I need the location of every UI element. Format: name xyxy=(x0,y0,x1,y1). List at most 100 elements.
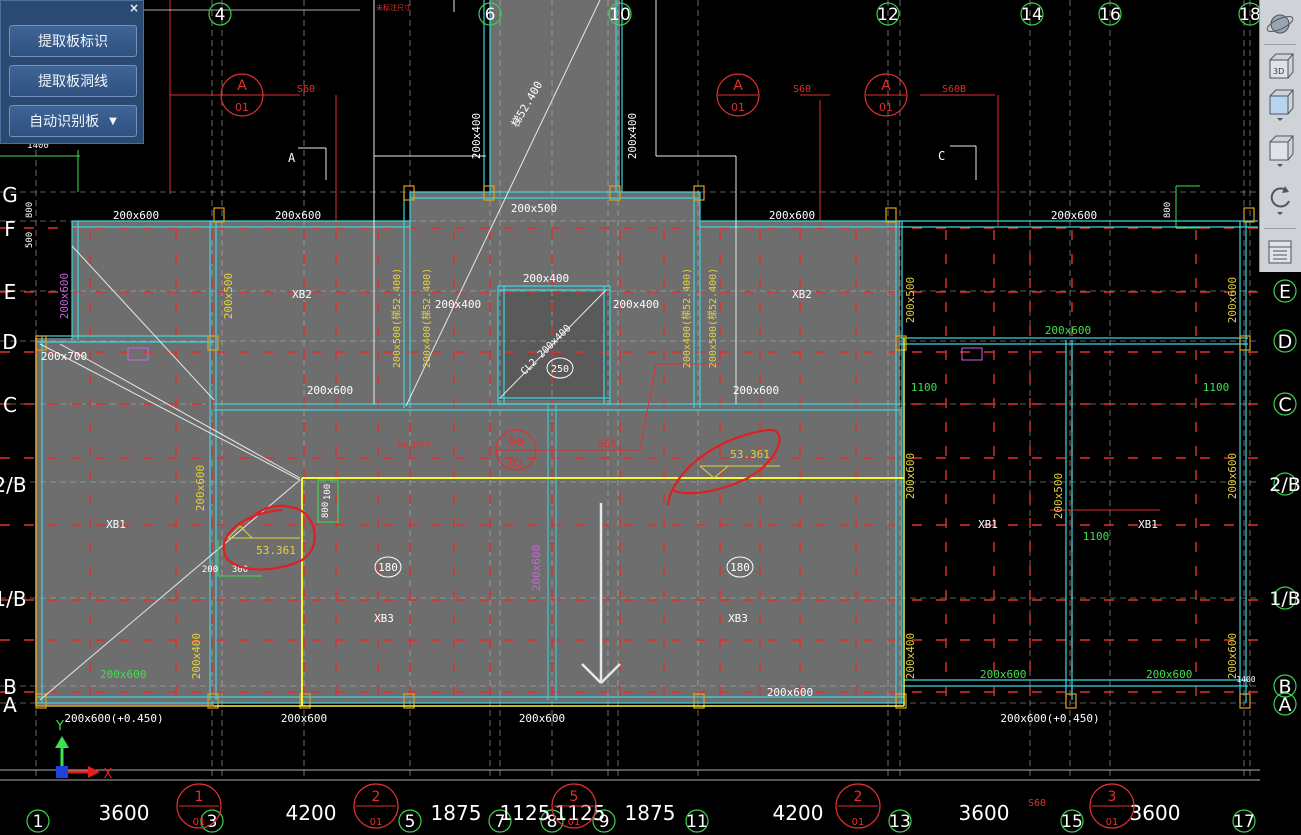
slab-tools-panel: × 提取板标识 提取板洞线 自动识别板 ▼ xyxy=(0,0,144,144)
section-bubble-sheet: 01 xyxy=(370,817,383,828)
callout-letter: A xyxy=(881,78,891,94)
beam-label-magenta: 200x600 xyxy=(530,545,543,591)
section-tag: S60 xyxy=(793,84,811,95)
section-tag: S60 xyxy=(598,439,616,450)
beam-label-vertical: 200x400(梯52.400) xyxy=(680,268,693,368)
beam-label-green: 200x600 xyxy=(1146,668,1192,681)
beam-label: 200x600(+0.450) xyxy=(64,712,163,725)
elevation-text: 53.361 xyxy=(256,544,296,557)
slab-top-left xyxy=(72,221,218,339)
detail-mark: A xyxy=(288,151,296,165)
column-stub xyxy=(1239,693,1251,709)
cad-drawing-canvas[interactable]: 46101214161813578911131517GFEDC2/B1/BBAE… xyxy=(0,0,1301,835)
slab-thickness-label: 180 xyxy=(378,561,398,574)
dim-text: 200 xyxy=(202,565,218,575)
auto-recognize-slab-button[interactable]: 自动识别板 ▼ xyxy=(9,105,137,137)
beam-label-vertical: 200x500(梯52.400) xyxy=(706,268,719,368)
slab-label: XB3 xyxy=(728,612,748,625)
dimension-text: 3600 xyxy=(1130,801,1181,825)
beam-label-green: 1100 xyxy=(1203,381,1230,394)
beam-label: 200x400 xyxy=(626,113,639,159)
dim-text: 800 xyxy=(321,502,331,518)
section-bubble-sheet: 01 xyxy=(1106,817,1119,828)
beam-label-vertical: 200x600 xyxy=(1226,453,1239,499)
grid-panel-icon[interactable] xyxy=(1263,234,1297,270)
section-tag: S60 xyxy=(297,84,315,95)
beam-label-vertical: 200x600 xyxy=(194,465,207,511)
axis-top-label: 10 xyxy=(609,5,631,25)
view-3d-icon[interactable]: 3D xyxy=(1263,48,1297,84)
axis-right-label: D xyxy=(1278,331,1293,353)
beam-label: 200x500 xyxy=(511,202,557,215)
orbit-icon[interactable] xyxy=(1263,6,1297,42)
section-tag: S60 xyxy=(1028,798,1046,809)
toolbar-separator xyxy=(1264,44,1296,45)
beam-label: 200x400 xyxy=(523,272,569,285)
beam-label-vertical: 200x600 xyxy=(1226,277,1239,323)
beam-label: 200x400 xyxy=(470,113,483,159)
dimension-text: 1875 xyxy=(625,801,676,825)
column-stub xyxy=(1243,207,1255,223)
view-3d-label: 3D xyxy=(1273,67,1284,76)
extract-slab-label-button[interactable]: 提取板标识 xyxy=(9,25,137,57)
axis-right-label: 2/B xyxy=(1269,474,1301,496)
symbol-marker xyxy=(961,347,983,361)
view-box-icon[interactable] xyxy=(1263,86,1297,122)
axis-bottom-label: 1 xyxy=(33,812,44,832)
dimension-text: 1875 xyxy=(431,801,482,825)
chevron-down-icon[interactable]: ▼ xyxy=(109,116,117,127)
dimension-text: 4200 xyxy=(773,801,824,825)
callout-sheet: 02 xyxy=(509,457,523,470)
axis-left-label: A xyxy=(3,693,17,717)
callout-sheet: 01 xyxy=(731,101,745,114)
column-stub xyxy=(213,207,225,223)
dimension-text: 3600 xyxy=(959,801,1010,825)
slab-label: XB2 xyxy=(292,288,312,301)
axis-top-label: 16 xyxy=(1099,5,1121,25)
slab-corridor xyxy=(490,0,620,192)
beam-label-green: 200x600 xyxy=(1045,324,1091,337)
beam-label: 200x600 xyxy=(769,209,815,222)
dim-text: 500 xyxy=(25,232,35,248)
auto-recognize-slab-text: 自动识别板 xyxy=(29,114,100,130)
dim-text: 800 xyxy=(1163,202,1173,218)
axis-top-label: 4 xyxy=(215,5,226,25)
column-stub xyxy=(1065,693,1077,709)
section-bubble-number: 5 xyxy=(570,789,579,805)
dimension-text: 3600 xyxy=(99,801,150,825)
slab-xb3 xyxy=(214,407,902,703)
beam-label-green: 200x600 xyxy=(100,668,146,681)
ucs-y-label: Y xyxy=(55,719,64,734)
note-text: 未标注尺寸 xyxy=(376,3,411,12)
beam-label: 200x600 xyxy=(275,209,321,222)
beam-label-vertical: 200x500(梯52.400) xyxy=(390,268,403,368)
axis-left-label: G xyxy=(2,183,18,207)
section-bubble-number: 1 xyxy=(195,789,204,805)
slab-label: XB2 xyxy=(792,288,812,301)
beam-label: 200x400 xyxy=(613,298,659,311)
view-toolbar: 3D xyxy=(1259,0,1301,272)
beam-label: 200x600 xyxy=(281,712,327,725)
rotate-icon[interactable] xyxy=(1263,180,1297,216)
beam-label-green: 1100 xyxy=(911,381,938,394)
beam-label-vertical: 200x600 xyxy=(1226,633,1239,679)
callout-sheet: 01 xyxy=(879,101,893,114)
note-text: 未标注尺寸 xyxy=(396,440,431,449)
axis-left-label: E xyxy=(4,280,17,304)
axis-bottom-label: 15 xyxy=(1061,812,1083,832)
extract-slab-hole-button[interactable]: 提取板洞线 xyxy=(9,65,137,97)
dimension-text: 1125 xyxy=(500,801,551,825)
ucs-x-arrow xyxy=(88,766,100,778)
slab-thickness-label: 250 xyxy=(551,364,569,375)
close-icon[interactable]: × xyxy=(129,1,139,15)
beam-label: 200x600 xyxy=(113,209,159,222)
beam-label-green: 200x600 xyxy=(980,668,1026,681)
beam-label-vertical: 200x500 xyxy=(904,277,917,323)
section-bubble-number: 3 xyxy=(1108,789,1117,805)
beam-label: 200x600 xyxy=(307,384,353,397)
extract-slab-hole-text: 提取板洞线 xyxy=(38,74,108,90)
view-cube-icon[interactable] xyxy=(1263,132,1297,168)
section-bubble-sheet: 01 xyxy=(852,817,865,828)
beam-label-vertical: 200x600 xyxy=(904,453,917,499)
axis-bottom-label: 3 xyxy=(207,812,218,832)
